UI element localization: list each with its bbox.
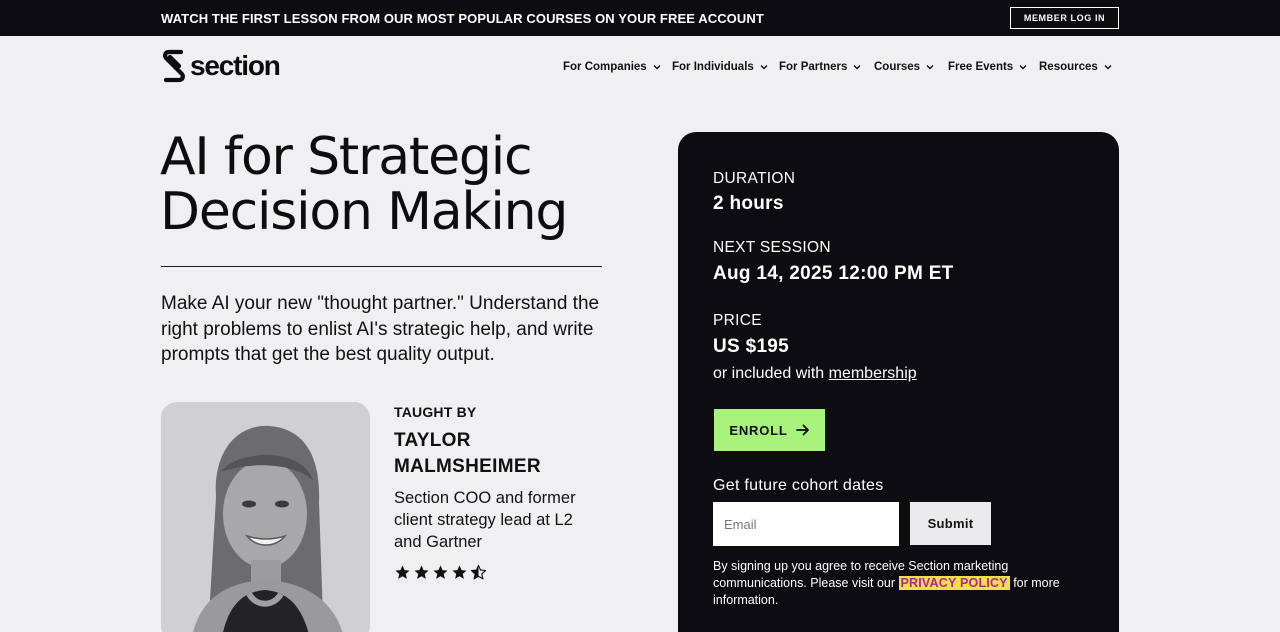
half-star-icon bbox=[470, 564, 487, 580]
nav-label: Resources bbox=[1039, 61, 1098, 73]
section-logo[interactable]: section bbox=[161, 48, 281, 84]
legal-disclaimer: By signing up you agree to receive Secti… bbox=[713, 558, 1073, 609]
title-line-2: Decision Making bbox=[160, 182, 568, 242]
promo-text[interactable]: WATCH THE FIRST LESSON FROM OUR MOST POP… bbox=[161, 11, 764, 26]
star-icon bbox=[452, 565, 467, 579]
title-line-1: AI for Strategic bbox=[160, 127, 533, 187]
star-icon bbox=[395, 565, 410, 579]
submit-button[interactable]: Submit bbox=[910, 502, 991, 545]
instructor-rating bbox=[394, 564, 487, 581]
email-field[interactable] bbox=[713, 502, 899, 546]
next-session-value: Aug 14, 2025 12:00 PM ET bbox=[713, 263, 954, 284]
nav-for-partners[interactable]: For Partners bbox=[779, 58, 861, 76]
nav-label: For Individuals bbox=[672, 61, 754, 73]
nav-label: Free Events bbox=[948, 61, 1014, 73]
nav-free-events[interactable]: Free Events bbox=[948, 58, 1027, 76]
instructor-bio: Section COO and former client strategy l… bbox=[394, 489, 576, 551]
instructor-portrait-image bbox=[161, 402, 370, 632]
section-logo-icon bbox=[163, 49, 185, 83]
divider bbox=[161, 266, 602, 267]
enroll-label: ENROLL bbox=[729, 422, 788, 438]
price-label: PRICE bbox=[713, 312, 762, 329]
next-session-label: NEXT SESSION bbox=[713, 239, 831, 256]
logo-wordmark: section bbox=[190, 50, 281, 81]
instructor-name: TAYLOR MALMSHEIMER bbox=[394, 428, 594, 480]
chevron-down-icon bbox=[1019, 65, 1027, 70]
star-icon bbox=[414, 565, 429, 579]
instructor-first-name: TAYLOR bbox=[394, 430, 471, 451]
taught-by-label: TAUGHT BY bbox=[394, 404, 477, 420]
duration-value: 2 hours bbox=[713, 193, 784, 214]
chevron-down-icon bbox=[760, 65, 768, 70]
course-info-card: DURATION 2 hours NEXT SESSION Aug 14, 20… bbox=[678, 132, 1119, 632]
arrow-right-icon bbox=[795, 424, 809, 436]
promo-bar: WATCH THE FIRST LESSON FROM OUR MOST POP… bbox=[0, 0, 1280, 36]
membership-note: or included with membership bbox=[713, 365, 917, 383]
nav-resources[interactable]: Resources bbox=[1039, 58, 1112, 76]
chevron-down-icon bbox=[1104, 65, 1112, 70]
nav-for-companies[interactable]: For Companies bbox=[563, 58, 661, 76]
privacy-policy-link[interactable]: PRIVACY POLICY bbox=[898, 576, 1010, 590]
chevron-down-icon bbox=[653, 65, 661, 70]
nav-label: For Companies bbox=[563, 61, 647, 73]
course-description: Make AI your new "thought partner." Unde… bbox=[161, 293, 600, 365]
cohort-heading: Get future cohort dates bbox=[713, 477, 884, 494]
enroll-button[interactable]: ENROLL bbox=[714, 409, 825, 451]
nav-label: For Partners bbox=[779, 61, 848, 73]
membership-link[interactable]: membership bbox=[829, 365, 917, 382]
price-value: US $195 bbox=[713, 336, 790, 357]
instructor-last-name: MALMSHEIMER bbox=[394, 456, 541, 477]
nav-label: Courses bbox=[874, 61, 921, 73]
instructor-photo bbox=[161, 402, 370, 632]
member-login-button[interactable]: MEMBER LOG IN bbox=[1010, 7, 1119, 29]
duration-label: DURATION bbox=[713, 170, 796, 187]
membership-prefix: or included with bbox=[713, 365, 829, 382]
chevron-down-icon bbox=[926, 65, 934, 70]
chevron-down-icon bbox=[853, 65, 861, 70]
nav-for-individuals[interactable]: For Individuals bbox=[672, 58, 768, 76]
page-title: AI for Strategic Decision Making bbox=[160, 130, 630, 240]
nav-courses[interactable]: Courses bbox=[874, 58, 934, 76]
star-icon bbox=[433, 565, 448, 579]
